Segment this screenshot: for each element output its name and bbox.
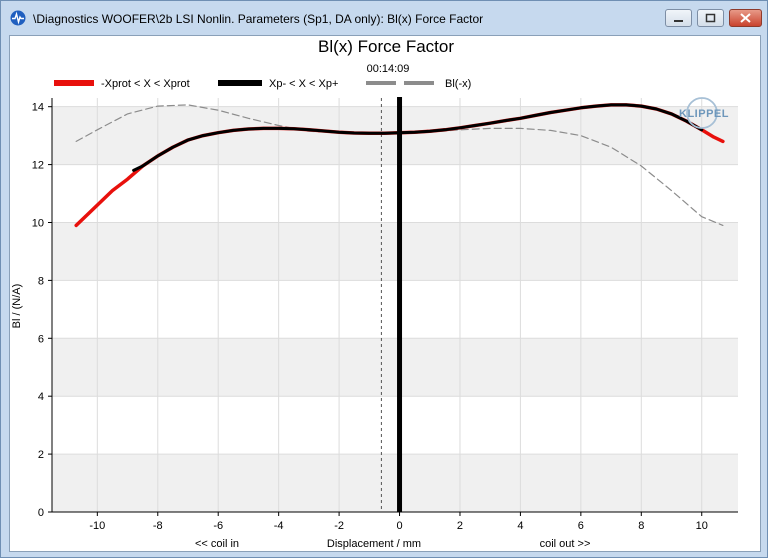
y-tick-label: 8 (38, 275, 44, 287)
legend-label-xp: Xp- < X < Xp+ (269, 78, 338, 90)
close-button[interactable] (729, 9, 762, 27)
legend-item-bl-minus-x[interactable]: Bl(-x) (366, 78, 471, 90)
y-tick-label: 14 (32, 102, 44, 114)
legend: -Xprot < X < Xprot Xp- < X < Xp+ Bl(-x) (54, 78, 471, 90)
minimize-button[interactable] (665, 9, 692, 27)
bl-force-factor-chart: -10 -8 -6 -4 -2 0 2 4 6 8 10 0 2 4 6 8 10 12 14 Bl(x) Forc… (11, 37, 738, 550)
legend-label-xprot: -Xprot < X < Xprot (101, 78, 190, 90)
x-tick-label: -4 (274, 520, 284, 532)
plot-band (52, 222, 738, 281)
x-tick-label: -10 (89, 520, 105, 532)
legend-swatch-xprot (54, 80, 94, 86)
chart-panel: -10 -8 -6 -4 -2 0 2 4 6 8 10 0 2 4 6 8 10 12 14 Bl(x) Forc… (9, 35, 761, 552)
x-tick-label: 6 (578, 520, 584, 532)
x-axis-label: Displacement / mm (327, 538, 421, 550)
minimize-icon (674, 20, 683, 22)
plot-band (52, 454, 738, 512)
background-bands (52, 98, 738, 512)
x-tick-label: -2 (334, 520, 344, 532)
x-tick-label: -6 (213, 520, 223, 532)
y-tick-label: 0 (38, 507, 44, 519)
y-tick-label: 12 (32, 160, 44, 172)
x-tick-label: -8 (153, 520, 163, 532)
close-icon (740, 13, 751, 23)
pulse-icon (10, 10, 26, 26)
y-tick-label: 6 (38, 333, 44, 345)
x-tick-label: 4 (517, 520, 523, 532)
legend-swatch-xp (218, 80, 262, 86)
maximize-icon (705, 13, 716, 23)
window-title: \Diagnostics WOOFER\2b LSI Nonlin. Param… (33, 12, 484, 26)
x-tick-label: 8 (638, 520, 644, 532)
y-axis-label: Bl / (N/A) (11, 284, 23, 329)
title-bar[interactable]: \Diagnostics WOOFER\2b LSI Nonlin. Param… (1, 1, 767, 35)
plot-band (52, 338, 738, 397)
x-tick-label: 0 (396, 520, 402, 532)
y-tick-label: 2 (38, 449, 44, 461)
x-tick-label: 2 (457, 520, 463, 532)
app-window: \Diagnostics WOOFER\2b LSI Nonlin. Param… (0, 0, 768, 558)
maximize-button[interactable] (697, 9, 724, 27)
klippel-logo-text: KLIPPEL (679, 108, 729, 120)
legend-label-bl-minus-x: Bl(-x) (445, 78, 471, 90)
x-tick-label: 10 (696, 520, 708, 532)
chart-subtitle: 00:14:09 (367, 63, 410, 75)
x-axis-label-left: << coil in (195, 538, 239, 550)
chart-title: Bl(x) Force Factor (318, 37, 454, 56)
x-axis-label-right: coil out >> (540, 538, 591, 550)
legend-item-xp[interactable]: Xp- < X < Xp+ (218, 78, 338, 90)
y-tick-label: 4 (38, 391, 44, 403)
y-tick-label: 10 (32, 217, 44, 229)
legend-item-xprot[interactable]: -Xprot < X < Xprot (54, 78, 190, 90)
